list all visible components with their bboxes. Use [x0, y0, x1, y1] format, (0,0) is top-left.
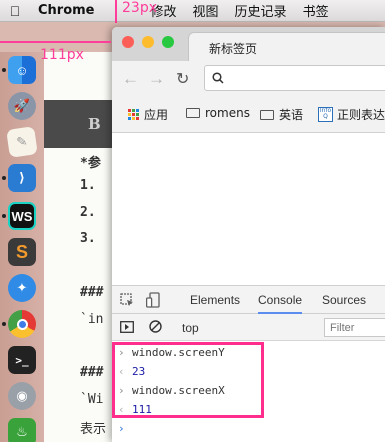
safari-icon[interactable]: ✦ — [8, 274, 36, 302]
apps-grid-icon — [128, 109, 139, 120]
bookmark-romens[interactable]: romens — [186, 106, 250, 120]
search-icon — [212, 72, 224, 84]
prompt-chevron-icon: › — [118, 422, 125, 435]
editor-line: 1. — [80, 178, 96, 193]
sublime-text-icon[interactable]: S — [8, 238, 36, 266]
omnibox[interactable] — [204, 65, 385, 91]
screenx-measure-label: 111px — [40, 47, 84, 63]
dock: ☺ 🚀 ✎ ⟩ WS S ✦ >_ ◉ ♨ — [0, 52, 44, 442]
console-prompt[interactable]: › — [118, 422, 132, 435]
browser-toolbar: ← → ↻ — [112, 61, 385, 95]
chrome-icon[interactable] — [8, 310, 36, 338]
macos-menubar:  Chrome 修改 视图 历史记录 书签 — [0, 0, 385, 22]
bookmark-regex[interactable]: Info Q 正则表达 — [318, 106, 385, 123]
highlight-box — [112, 342, 264, 418]
bookmark-english[interactable]: 英语 — [260, 106, 303, 123]
launchpad-icon[interactable]: 🚀 — [8, 92, 36, 120]
filter-input[interactable]: Filter — [324, 318, 385, 337]
zoom-window-button[interactable] — [162, 36, 174, 48]
tab-new-tab[interactable]: 新标签页 — [188, 32, 385, 61]
bookmarks-bar: 应用 romens 英语 Info Q 正则表达 — [112, 95, 385, 133]
bold-button[interactable]: B — [88, 115, 101, 133]
editor-line: `in — [80, 312, 104, 327]
show-sidebar-icon[interactable] — [120, 321, 134, 333]
inspect-element-icon[interactable] — [120, 293, 135, 308]
editor-line: ### — [80, 285, 104, 300]
bookmark-label: 正则表达 — [337, 108, 385, 122]
menu-view[interactable]: 视图 — [193, 1, 219, 20]
bookmark-label: 英语 — [279, 108, 304, 122]
editor-line: *参 — [80, 156, 101, 171]
reload-icon[interactable]: ↻ — [176, 69, 189, 89]
editor-line: 3. — [80, 231, 96, 246]
terminal-icon[interactable]: >_ — [8, 346, 36, 374]
context-select[interactable]: top — [182, 321, 199, 335]
textedit-icon[interactable]: ✎ — [6, 126, 38, 158]
editor-line: `Wi — [80, 392, 104, 407]
screenx-measure-line — [0, 41, 111, 43]
finder-icon[interactable]: ☺ — [8, 56, 36, 84]
running-indicator — [2, 68, 6, 72]
clear-console-icon[interactable] — [149, 320, 162, 333]
bookmark-label: romens — [205, 106, 250, 120]
vscode-icon[interactable]: ⟩ — [8, 164, 36, 192]
menu-bookmarks[interactable]: 书签 — [303, 1, 329, 20]
screeny-measure-label: 23px — [122, 0, 157, 16]
forward-arrow-icon[interactable]: → — [148, 69, 165, 89]
apple-logo-icon[interactable]:  — [0, 3, 30, 19]
webstorm-icon[interactable]: WS — [8, 202, 36, 230]
editor-line: ### — [80, 365, 104, 380]
running-indicator — [2, 322, 6, 326]
bookmark-label: 应用 — [144, 108, 169, 122]
editor-toolbar: B — [44, 100, 114, 148]
tab-sources[interactable]: Sources — [322, 293, 366, 307]
evernote-icon[interactable]: ♨ — [8, 418, 36, 442]
back-arrow-icon[interactable]: ← — [122, 69, 139, 89]
menu-app-name[interactable]: Chrome — [38, 3, 95, 18]
infoq-icon: Info Q — [318, 107, 333, 122]
tab-console[interactable]: Console — [258, 293, 303, 314]
folder-icon — [186, 108, 200, 118]
disk-utility-icon[interactable]: ◉ — [8, 382, 36, 410]
bookmark-apps[interactable]: 应用 — [128, 106, 168, 123]
tab-title: 新标签页 — [209, 42, 258, 56]
close-window-button[interactable] — [122, 36, 134, 48]
minimize-window-button[interactable] — [142, 36, 154, 48]
screeny-measure-line — [115, 0, 117, 23]
running-indicator — [2, 214, 6, 218]
editor-line: 表示 — [80, 422, 107, 437]
devtools-tabbar: Elements Console Sources — [112, 286, 385, 314]
folder-icon — [260, 109, 274, 120]
console-toolbar: top Filter — [112, 314, 385, 341]
tab-elements[interactable]: Elements — [190, 293, 240, 307]
running-indicator — [2, 176, 6, 180]
tab-strip: 新标签页 — [112, 27, 385, 61]
menu-history[interactable]: 历史记录 — [235, 1, 287, 20]
device-toolbar-icon[interactable] — [146, 292, 160, 308]
editor-line: 2. — [80, 205, 96, 220]
